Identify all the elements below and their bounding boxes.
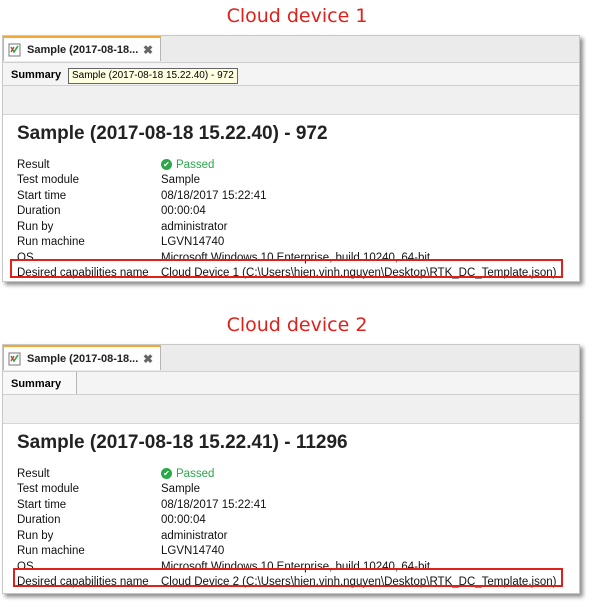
document-tab-bar: Sample (2017-08-18... ✖ [3,345,579,372]
module-label: Test module [17,483,80,496]
highlight-box-2 [13,568,563,587]
page-title: Sample (2017-08-18 15.22.41) - 11296 [17,432,348,453]
tab-summary[interactable]: Summary [3,372,77,394]
result-value: Passed [176,158,215,171]
machine-label: Run machine [17,236,85,249]
check-circle-icon: ✔ [161,159,172,171]
summary-content: Sample (2017-08-18 15.22.40) - 972 Resul… [3,115,579,281]
runby-label: Run by [17,220,54,233]
status-passed: ✔ Passed [161,159,214,171]
report-panel-2: Sample (2017-08-18... ✖ Summary Sample (… [2,344,580,594]
duration-label: Duration [17,514,61,527]
start-value: 08/18/2017 15:22:41 [161,189,267,202]
row-start-time: Start time 08/18/2017 15:22:41 [17,497,579,513]
row-result: Result ✔ Passed [17,157,579,173]
page-title: Sample (2017-08-18 15.22.40) - 972 [17,123,328,144]
machine-label: Run machine [17,545,85,558]
report-doc-icon [8,352,22,366]
row-start-time: Start time 08/18/2017 15:22:41 [17,188,579,204]
close-icon[interactable]: ✖ [143,352,153,366]
row-run-by: Run by administrator [17,219,579,235]
duration-value: 00:00:04 [161,205,206,218]
result-label: Result [17,158,50,171]
document-tab-title: Sample (2017-08-18... [27,43,139,56]
row-run-machine: Run machine LGVN14740 [17,544,579,560]
row-test-module: Test module Sample [17,173,579,189]
toolbar-strip [3,86,579,115]
toolbar-strip [3,395,579,424]
tab-tooltip: Sample (2017-08-18 15.22.40) - 972 [68,68,238,84]
tab-summary[interactable]: Summary [3,63,77,85]
runby-label: Run by [17,529,54,542]
duration-value: 00:00:04 [161,514,206,527]
runby-value: administrator [161,529,228,542]
row-run-by: Run by administrator [17,528,579,544]
row-result: Result ✔ Passed [17,466,579,482]
row-test-module: Test module Sample [17,482,579,498]
report-doc-icon [8,43,22,57]
machine-value: LGVN14740 [161,545,225,558]
result-value: Passed [176,467,215,480]
start-label: Start time [17,189,67,202]
row-duration: Duration 00:00:04 [17,204,579,220]
module-value: Sample [161,483,200,496]
machine-value: LGVN14740 [161,236,225,249]
status-passed: ✔ Passed [161,468,214,480]
row-duration: Duration 00:00:04 [17,513,579,529]
caption-cloud-device-1: Cloud device 1 [226,5,368,27]
row-run-machine: Run machine LGVN14740 [17,235,579,251]
result-label: Result [17,467,50,480]
document-tab[interactable]: Sample (2017-08-18... ✖ [3,36,161,61]
summary-content: Sample (2017-08-18 15.22.41) - 11296 Res… [3,424,579,590]
highlight-box-1 [10,259,563,278]
view-tab-bar: Summary [3,372,579,395]
check-circle-icon: ✔ [161,468,172,480]
start-label: Start time [17,498,67,511]
document-tab-title: Sample (2017-08-18... [27,352,139,365]
view-tab-bar: Summary Sample (2017-08-18 15.22.40) - 9… [3,63,579,86]
document-tab[interactable]: Sample (2017-08-18... ✖ [3,345,161,370]
start-value: 08/18/2017 15:22:41 [161,498,267,511]
module-label: Test module [17,174,80,187]
caption-cloud-device-2: Cloud device 2 [226,314,368,336]
close-icon[interactable]: ✖ [143,43,153,57]
runby-value: administrator [161,220,228,233]
document-tab-bar: Sample (2017-08-18... ✖ [3,36,579,63]
duration-label: Duration [17,205,61,218]
report-panel-1: Sample (2017-08-18... ✖ Summary Sample (… [2,35,580,282]
module-value: Sample [161,174,200,187]
